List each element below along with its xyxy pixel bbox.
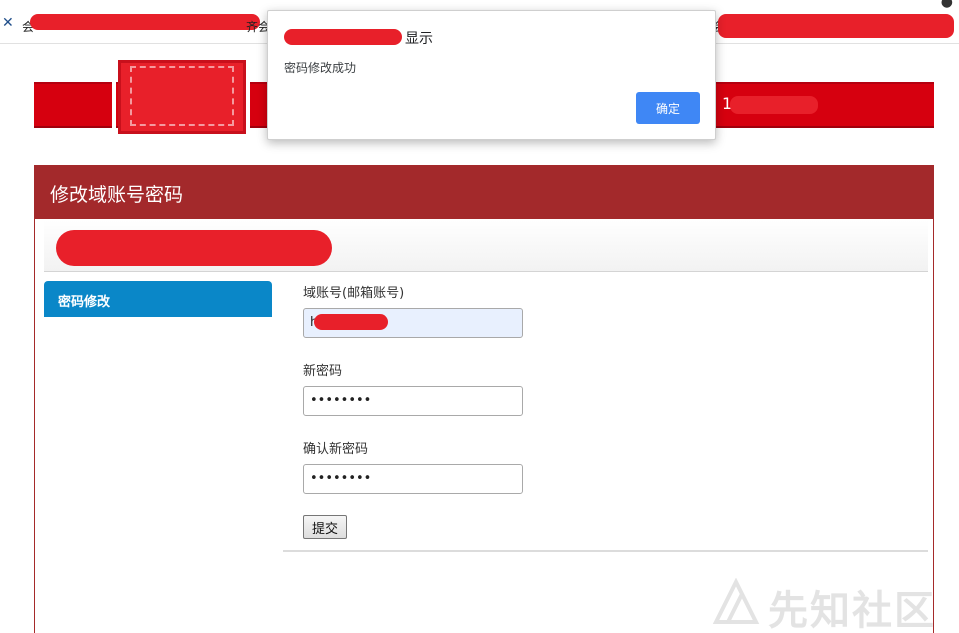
browser-menu-icon[interactable]: ● [941,0,953,10]
site-logo-frame [130,66,234,126]
sidebar-item-label: 密码修改 [58,295,111,310]
watermark-logo-icon [712,577,760,624]
watermark-text: 先知社区 [768,588,936,633]
submit-button[interactable]: 提交 [303,515,347,539]
redaction-mark [718,14,954,38]
new-password-value: •••••••• [310,393,372,408]
redaction-mark [56,230,332,266]
page-title: 修改域账号密码 [50,184,184,206]
banner-divider [112,82,116,128]
panel-header: 修改域账号密码 [34,165,934,219]
browser-page: ✕ 会 齐会 会 ● 1 修改域账号密码 密码修改 域账号(邮箱账号) h 新密… [0,0,959,633]
redaction-mark [730,96,818,114]
dialog-title: 显示 [405,31,433,47]
redaction-mark [284,29,402,45]
banner-divider [246,82,250,128]
account-label: 域账号(邮箱账号) [303,286,405,301]
bookmark-favicon-icon[interactable]: ✕ [2,16,18,30]
dialog-message: 密码修改成功 [284,61,357,75]
watermark: 先知社区 [712,577,944,633]
new-password-field[interactable]: •••••••• [303,386,523,416]
dialog-ok-button[interactable]: 确定 [636,92,700,124]
sidebar-item-password-change[interactable]: 密码修改 [44,281,272,317]
confirm-password-label: 确认新密码 [303,442,369,457]
new-password-label: 新密码 [303,364,343,379]
confirm-password-value: •••••••• [310,471,372,486]
confirm-password-field[interactable]: •••••••• [303,464,523,494]
redaction-mark [314,314,388,330]
redaction-mark [30,14,260,30]
form-divider [283,550,928,552]
alert-dialog: 显示 密码修改成功 确定 [267,10,716,140]
